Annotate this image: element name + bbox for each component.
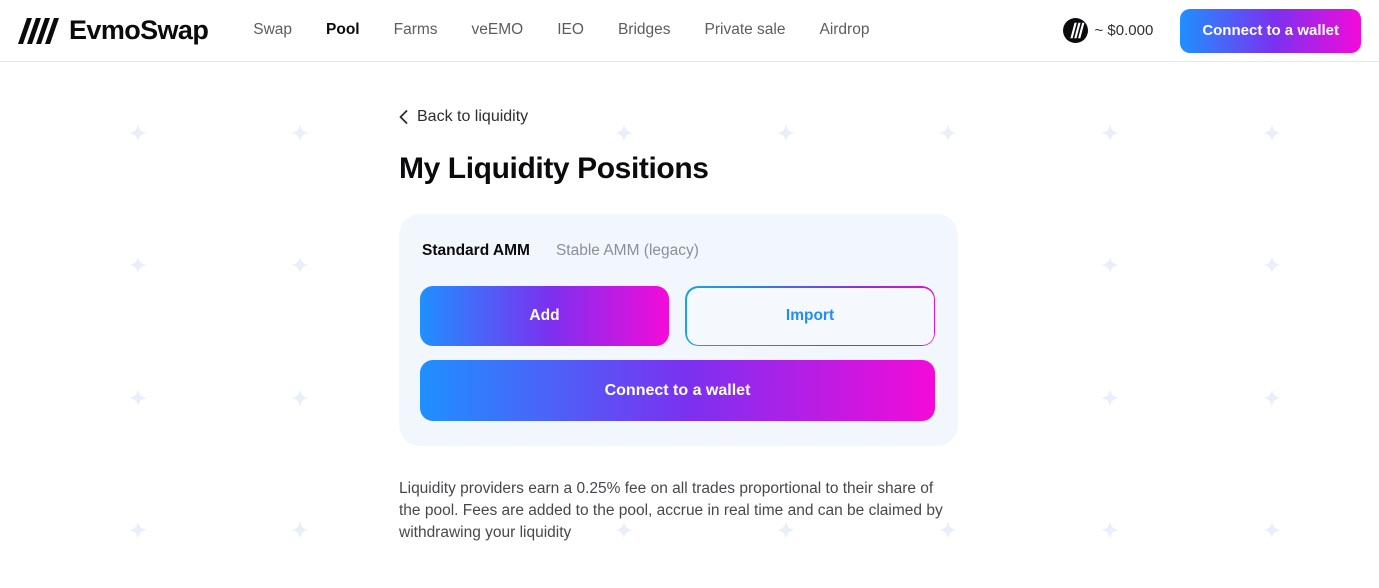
brand-logo[interactable]: EvmoSwap xyxy=(18,16,208,46)
brand-name: EvmoSwap xyxy=(69,17,208,44)
center-column: Back to liquidity My Liquidity Positions… xyxy=(399,109,959,544)
main-navigation: Swap Pool Farms veEMO IEO Bridges Privat… xyxy=(236,15,886,46)
import-button-label: Import xyxy=(786,307,834,325)
card-connect-wallet-button[interactable]: Connect to a wallet xyxy=(420,360,935,421)
nav-item-ieo[interactable]: IEO xyxy=(540,15,601,46)
top-header: EvmoSwap Swap Pool Farms veEMO IEO Bridg… xyxy=(0,0,1379,62)
chevron-left-icon xyxy=(399,110,408,124)
nav-item-bridges[interactable]: Bridges xyxy=(601,15,688,46)
nav-item-swap[interactable]: Swap xyxy=(236,15,309,46)
tab-standard-amm[interactable]: Standard AMM xyxy=(422,242,530,261)
nav-item-veemo[interactable]: veEMO xyxy=(455,15,541,46)
balance-amount: ~ $0.000 xyxy=(1095,22,1154,39)
page-content: Back to liquidity My Liquidity Positions… xyxy=(0,62,1379,544)
liquidity-card: Standard AMM Stable AMM (legacy) Add Imp… xyxy=(399,214,958,447)
header-connect-wallet-button[interactable]: Connect to a wallet xyxy=(1180,9,1361,53)
nav-item-farms[interactable]: Farms xyxy=(377,15,455,46)
nav-item-private-sale[interactable]: Private sale xyxy=(688,15,803,46)
emo-token-icon xyxy=(1063,18,1088,43)
back-link-label: Back to liquidity xyxy=(417,109,528,125)
card-action-row: Add Import xyxy=(420,286,937,346)
tab-stable-amm-legacy[interactable]: Stable AMM (legacy) xyxy=(556,242,699,261)
nav-item-pool[interactable]: Pool xyxy=(309,15,377,46)
add-liquidity-button[interactable]: Add xyxy=(420,286,669,346)
back-to-liquidity-link[interactable]: Back to liquidity xyxy=(399,109,528,125)
import-pool-button[interactable]: Import xyxy=(685,286,935,346)
wallet-balance[interactable]: ~ $0.000 xyxy=(1063,18,1154,43)
amm-tabs: Standard AMM Stable AMM (legacy) xyxy=(420,242,937,261)
nav-item-airdrop[interactable]: Airdrop xyxy=(802,15,886,46)
evmoswap-stripes-logo-icon xyxy=(18,16,60,46)
page-title: My Liquidity Positions xyxy=(399,152,959,187)
liquidity-info-note: Liquidity providers earn a 0.25% fee on … xyxy=(399,478,952,544)
header-right-cluster: ~ $0.000 Connect to a wallet xyxy=(1063,9,1362,53)
